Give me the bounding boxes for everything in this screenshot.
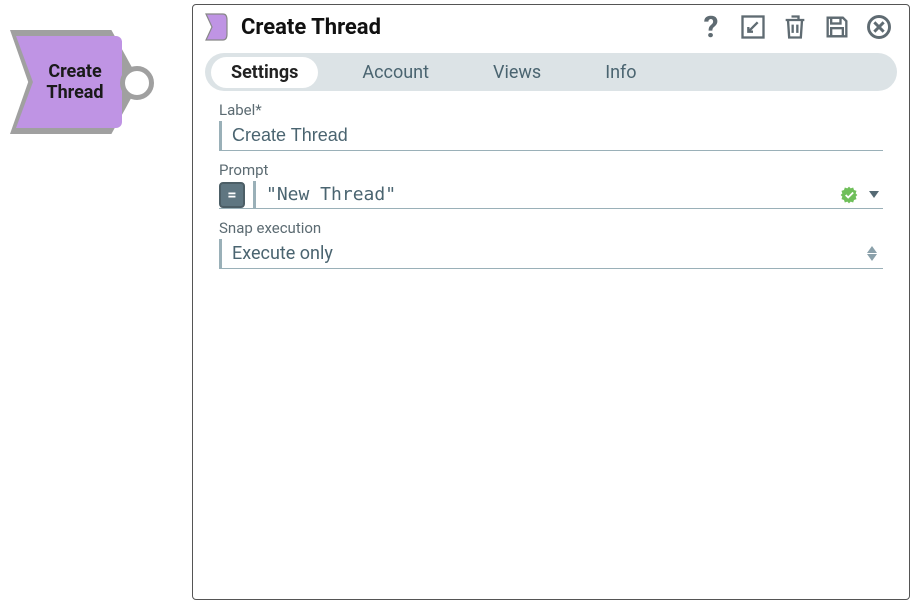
validated-icon xyxy=(839,185,859,205)
snap-type-icon xyxy=(203,12,231,42)
prompt-caption: Prompt xyxy=(219,161,883,179)
snap-node-label: Create Thread xyxy=(32,62,118,103)
snap-execution-value: Execute only xyxy=(232,243,867,264)
tab-account[interactable]: Account xyxy=(342,57,449,88)
tab-info[interactable]: Info xyxy=(585,57,656,88)
panel-header: Create Thread ? xyxy=(193,5,909,49)
panel-title: Create Thread xyxy=(241,15,381,40)
label-caption: Label* xyxy=(219,101,883,119)
prompt-field: Prompt = xyxy=(219,161,883,209)
snap-node[interactable]: Create Thread xyxy=(10,30,170,134)
expression-toggle-button[interactable]: = xyxy=(219,182,245,208)
revert-icon xyxy=(739,13,767,41)
equals-icon: = xyxy=(227,185,236,204)
chevron-up-icon xyxy=(867,246,877,253)
delete-button[interactable] xyxy=(779,11,811,43)
save-icon xyxy=(823,13,851,41)
save-button[interactable] xyxy=(821,11,853,43)
snap-execution-caption: Snap execution xyxy=(219,219,883,237)
snap-execution-field: Snap execution Execute only xyxy=(219,219,883,269)
tab-views[interactable]: Views xyxy=(473,57,561,88)
snap-output-connector[interactable] xyxy=(120,66,154,100)
label-field: Label* xyxy=(219,101,883,151)
chevron-down-icon xyxy=(867,254,877,261)
help-button[interactable]: ? xyxy=(695,11,727,43)
snap-node-label-line2: Thread xyxy=(46,82,103,103)
close-icon xyxy=(865,13,893,41)
select-stepper[interactable] xyxy=(867,246,877,261)
tab-bar: Settings Account Views Info xyxy=(205,53,897,91)
snap-node-label-line1: Create xyxy=(48,61,101,82)
label-input[interactable] xyxy=(219,121,883,151)
settings-panel: Create Thread ? xyxy=(192,4,910,600)
snap-execution-select[interactable]: Execute only xyxy=(219,239,883,269)
revert-button[interactable] xyxy=(737,11,769,43)
help-icon: ? xyxy=(704,10,719,45)
form-area: Label* Prompt = Snap execution Execute o… xyxy=(193,91,909,279)
close-button[interactable] xyxy=(863,11,895,43)
trash-icon xyxy=(781,13,809,41)
prompt-input[interactable] xyxy=(253,181,831,208)
prompt-row: = xyxy=(219,181,883,209)
prompt-dropdown-button[interactable] xyxy=(869,191,879,198)
tab-settings[interactable]: Settings xyxy=(211,57,318,88)
